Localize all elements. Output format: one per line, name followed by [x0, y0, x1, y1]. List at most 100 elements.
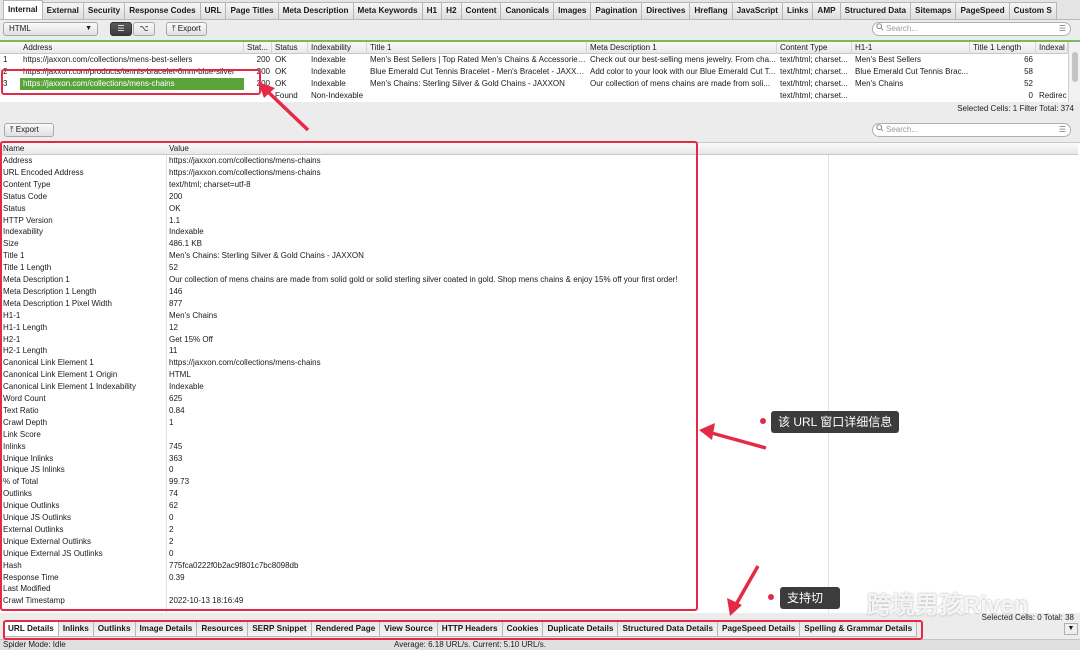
detail-row[interactable]: Response Time 0.39 [0, 572, 1078, 584]
name-column-header[interactable]: Name [3, 143, 163, 155]
tab-page-titles[interactable]: Page Titles [225, 2, 279, 19]
table-cell-idx[interactable] [1036, 78, 1068, 90]
detail-row[interactable]: Inlinks 745 [0, 441, 1078, 453]
table-cell-title[interactable] [367, 90, 587, 102]
table-cell-code[interactable]: 200 [244, 78, 272, 90]
tab-pagespeed[interactable]: PageSpeed [955, 2, 1010, 19]
detail-row[interactable]: Link Score [0, 429, 1078, 441]
table-cell-h1[interactable] [852, 90, 970, 102]
tab-overflow-button[interactable]: ▼ [1064, 623, 1078, 635]
table-cell-num[interactable]: 1 [0, 54, 20, 66]
table-cell-title[interactable]: Men's Chains: Sterling Silver & Gold Cha… [367, 78, 587, 90]
column-header[interactable]: Title 1 [367, 42, 587, 54]
table-cell-meta[interactable]: Add color to your look with our Blue Eme… [587, 66, 777, 78]
detail-row[interactable]: Canonical Link Element 1 https://jaxxon.c… [0, 357, 1078, 369]
table-cell-h1[interactable]: Men's Chains [852, 78, 970, 90]
tab-view-source[interactable]: View Source [379, 621, 438, 637]
table-cell-indexability[interactable]: Indexable [308, 66, 367, 78]
detail-row[interactable]: Unique Outlinks 62 [0, 500, 1078, 512]
table-cell-title[interactable]: Blue Emerald Cut Tennis Bracelet - Men's… [367, 66, 587, 78]
table-row[interactable]: 3 https://jaxxon.com/collections/mens-cha… [0, 78, 1068, 90]
tab-spelling-grammar-details[interactable]: Spelling & Grammar Details [799, 621, 918, 637]
tab-h2[interactable]: H2 [441, 2, 462, 19]
table-cell-tlen[interactable]: 58 [970, 66, 1036, 78]
detail-row[interactable]: Content Type text/html; charset=utf-8 [0, 179, 1078, 191]
table-cell-num[interactable]: 2 [0, 66, 20, 78]
detail-row[interactable]: Indexability Indexable [0, 226, 1078, 238]
tab-content[interactable]: Content [460, 2, 502, 19]
table-cell-ctype[interactable]: text/html; charset... [777, 66, 852, 78]
column-header[interactable]: Content Type [777, 42, 852, 54]
tab-structured-data[interactable]: Structured Data [839, 2, 912, 19]
tab-resources[interactable]: Resources [196, 621, 249, 637]
table-cell-idx[interactable]: Redirec [1036, 90, 1068, 102]
detail-row[interactable]: Title 1 Length 52 [0, 262, 1078, 274]
table-cell-indexability[interactable]: Non-Indexable [308, 90, 367, 102]
tab-pagespeed-details[interactable]: PageSpeed Details [717, 621, 801, 637]
table-cell-num[interactable]: 3 [0, 78, 20, 90]
table-cell-h1[interactable]: Blue Emerald Cut Tennis Brac... [852, 66, 970, 78]
column-header[interactable]: Meta Description 1 [587, 42, 777, 54]
table-cell-idx[interactable] [1036, 54, 1068, 66]
table-cell-tlen[interactable]: 0 [970, 90, 1036, 102]
detail-row[interactable]: Text Ratio 0.84 [0, 405, 1078, 417]
table-cell-tlen[interactable]: 52 [970, 78, 1036, 90]
table-cell-ctype[interactable]: text/html; charset... [777, 54, 852, 66]
detail-row[interactable]: Canonical Link Element 1 Origin HTML [0, 369, 1078, 381]
table-cell-address[interactable] [20, 90, 244, 102]
tab-url[interactable]: URL [199, 2, 227, 19]
tab-directives[interactable]: Directives [641, 2, 691, 19]
url-table-scrollbar[interactable] [1068, 42, 1080, 102]
tab-meta-description[interactable]: Meta Description [277, 2, 354, 19]
filter-select[interactable]: HTML ▼ [3, 22, 98, 36]
detail-row[interactable]: Meta Description 1 Pixel Width 877 [0, 298, 1078, 310]
column-header[interactable]: Status [272, 42, 308, 54]
detail-row[interactable]: Unique JS Outlinks 0 [0, 512, 1078, 524]
tab-http-headers[interactable]: HTTP Headers [436, 621, 503, 637]
tree-view-button[interactable]: ⌥ [133, 22, 155, 36]
tab-response-codes[interactable]: Response Codes [124, 2, 201, 19]
detail-row[interactable]: Word Count 625 [0, 393, 1078, 405]
table-cell-status[interactable]: OK [272, 78, 308, 90]
tab-duplicate-details[interactable]: Duplicate Details [542, 621, 619, 637]
list-view-button[interactable]: ☰ [110, 22, 132, 36]
table-cell-status[interactable]: Found [272, 90, 308, 102]
table-cell-code[interactable]: 200 [244, 54, 272, 66]
column-header[interactable]: Title 1 Length [970, 42, 1036, 54]
table-row[interactable]: Found Non-Indexable text/html; charset... 0… [0, 90, 1068, 102]
tab-canonicals[interactable]: Canonicals [500, 2, 555, 19]
table-cell-num[interactable] [0, 90, 20, 102]
export-button[interactable]: ⤒ Export [166, 22, 207, 36]
detail-row[interactable]: Meta Description 1 Length 146 [0, 286, 1078, 298]
detail-row[interactable]: H2-1 Length 11 [0, 345, 1078, 357]
tab-javascript[interactable]: JavaScript [731, 2, 784, 19]
detail-row[interactable]: % of Total 99.73 [0, 476, 1078, 488]
filter-options-icon[interactable]: ☰ [1059, 124, 1066, 136]
detail-row[interactable]: Outlinks 74 [0, 488, 1078, 500]
search-input[interactable]: Search... ☰ [872, 22, 1071, 36]
detail-row[interactable]: Status OK [0, 203, 1078, 215]
table-cell-meta[interactable]: Our collection of mens chains are made f… [587, 78, 777, 90]
detail-row[interactable]: Canonical Link Element 1 Indexability Ind… [0, 381, 1078, 393]
table-cell-indexability[interactable]: Indexable [308, 78, 367, 90]
tab-external[interactable]: External [41, 2, 84, 19]
tab-url-details[interactable]: URL Details [3, 621, 59, 637]
detail-row[interactable]: Size 486.1 KB [0, 238, 1078, 250]
table-cell-ctype[interactable]: text/html; charset... [777, 90, 852, 102]
tab-serp-snippet[interactable]: SERP Snippet [247, 621, 312, 637]
table-cell-meta[interactable] [587, 90, 777, 102]
table-cell-ctype[interactable]: text/html; charset... [777, 78, 852, 90]
table-row[interactable]: 1 https://jaxxon.com/collections/mens-bes… [0, 54, 1068, 66]
tab-meta-keywords[interactable]: Meta Keywords [352, 2, 423, 19]
details-search-input[interactable]: Search... ☰ [872, 123, 1071, 137]
tab-custom-s[interactable]: Custom S [1008, 2, 1057, 19]
tab-structured-data-details[interactable]: Structured Data Details [617, 621, 719, 637]
detail-row[interactable]: Address https://jaxxon.com/collections/me… [0, 155, 1078, 167]
column-header[interactable]: Address [20, 42, 244, 54]
detail-row[interactable]: H2-1 Get 15% Off [0, 334, 1078, 346]
table-cell-address[interactable]: https://jaxxon.com/collections/mens-best… [20, 54, 244, 66]
column-header[interactable]: Stat... [244, 42, 272, 54]
scrollbar-thumb[interactable] [1072, 52, 1078, 82]
table-cell-meta[interactable]: Check out our best-selling mens jewelry.… [587, 54, 777, 66]
tab-image-details[interactable]: Image Details [134, 621, 198, 637]
